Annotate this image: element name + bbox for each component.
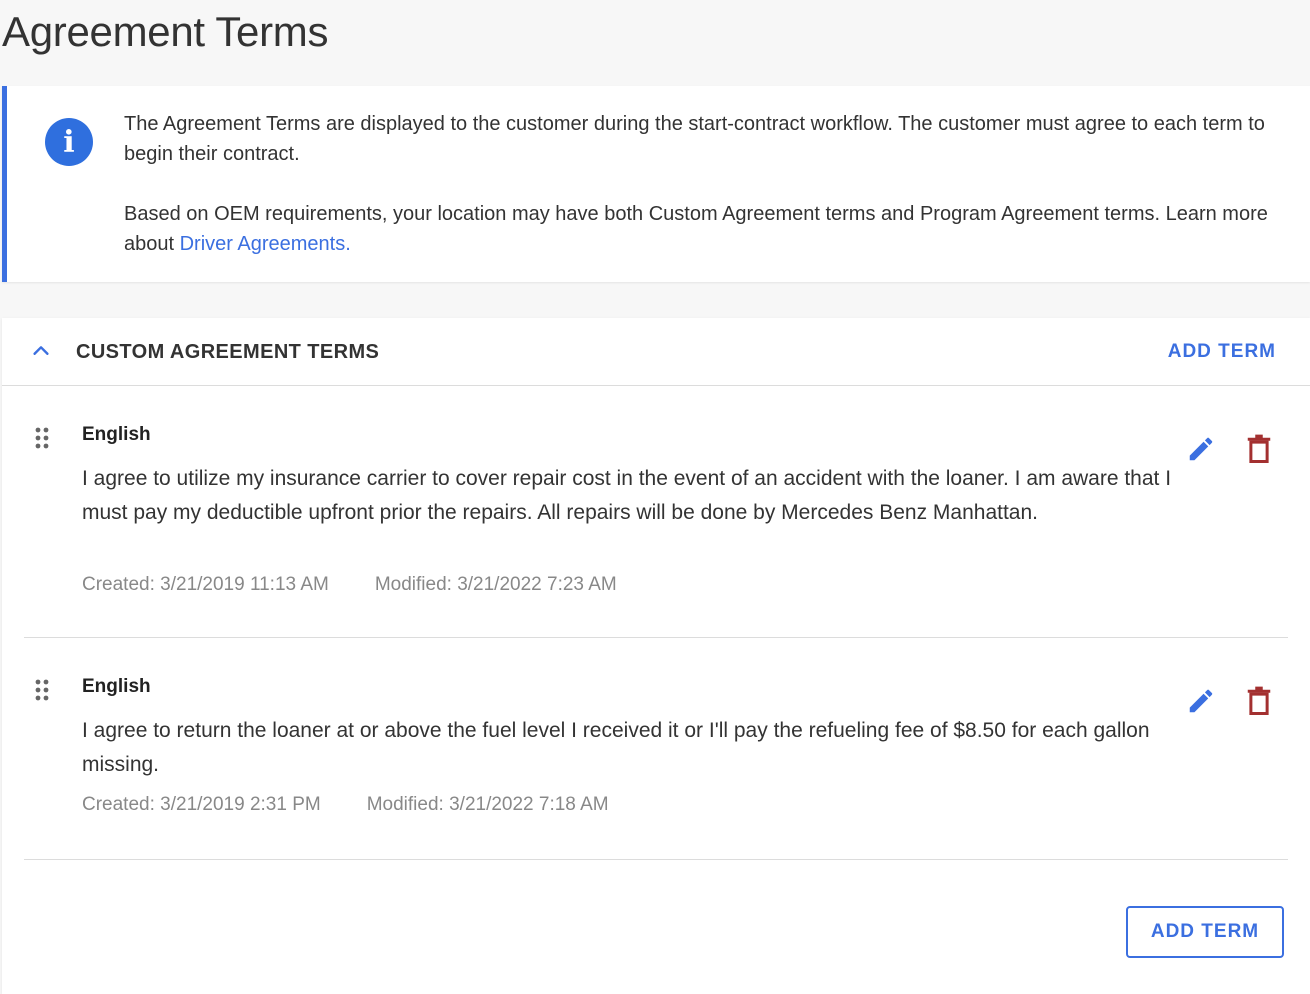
section-title: CUSTOM AGREEMENT TERMS (76, 341, 380, 363)
info-paragraph-2: Based on OEM requirements, your location… (124, 199, 1284, 259)
term-modified: Modified: 3/21/2022 7:23 AM (374, 574, 617, 595)
page-title: Agreement Terms (2, 8, 329, 55)
term-text: I agree to return the loaner at or above… (82, 719, 1150, 776)
delete-trash-icon[interactable] (1246, 434, 1272, 464)
term-row: English I agree to utilize my insurance … (24, 386, 1288, 638)
term-created: Created: 3/21/2019 2:31 PM (82, 794, 321, 815)
drag-handle-icon[interactable] (34, 678, 50, 702)
term-language: English (82, 424, 151, 445)
info-icon: i (45, 118, 93, 166)
term-language: English (82, 676, 151, 697)
section-header: CUSTOM AGREEMENT TERMS ADD TERM (2, 318, 1310, 386)
info-text: The Agreement Terms are displayed to the… (124, 109, 1284, 259)
term-created: Created: 3/21/2019 11:13 AM (82, 574, 329, 595)
custom-agreement-terms-card: CUSTOM AGREEMENT TERMS ADD TERM English … (2, 318, 1310, 994)
info-paragraph-1: The Agreement Terms are displayed to the… (124, 113, 1265, 165)
edit-pencil-icon[interactable] (1186, 434, 1216, 464)
edit-pencil-icon[interactable] (1186, 686, 1216, 716)
term-meta: Created: 3/21/2019 11:13 AM Modified: 3/2… (82, 574, 617, 596)
term-text: I agree to utilize my insurance carrier … (82, 467, 1172, 524)
chevron-up-icon[interactable] (30, 340, 52, 362)
term-meta: Created: 3/21/2019 2:31 PM Modified: 3/21… (82, 794, 609, 816)
drag-handle-icon[interactable] (34, 426, 50, 450)
delete-trash-icon[interactable] (1246, 686, 1272, 716)
add-term-button[interactable]: ADD TERM (1126, 906, 1284, 958)
add-term-header-button[interactable]: ADD TERM (1168, 341, 1276, 363)
info-banner: i The Agreement Terms are displayed to t… (2, 86, 1310, 282)
term-modified: Modified: 3/21/2022 7:18 AM (366, 794, 609, 815)
term-row: English I agree to return the loaner at … (24, 638, 1288, 860)
driver-agreements-link[interactable]: Driver Agreements. (180, 233, 351, 255)
